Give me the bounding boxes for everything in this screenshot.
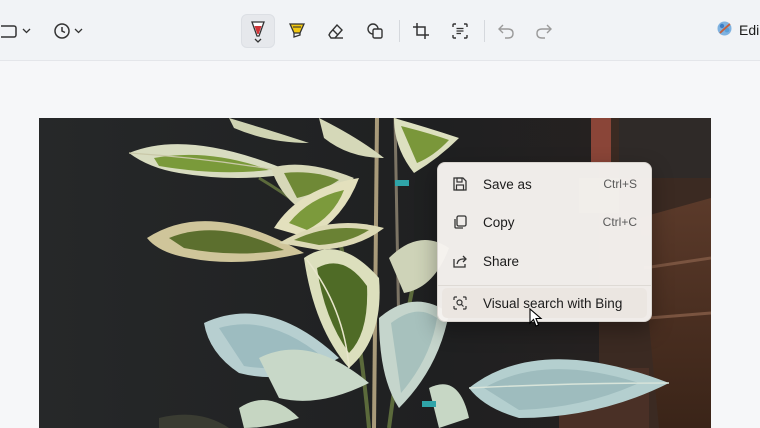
menu-item-label: Share	[483, 253, 520, 269]
menu-item-copy[interactable]: Copy Ctrl+C	[442, 205, 647, 239]
copy-icon	[451, 213, 469, 231]
menu-item-shortcut: Ctrl+C	[602, 215, 637, 229]
paint-app-icon	[716, 20, 733, 40]
chevron-down-icon	[22, 28, 31, 34]
visual-search-icon	[451, 294, 469, 312]
redo-icon	[535, 22, 553, 40]
timer-button[interactable]	[50, 14, 86, 48]
eraser-icon	[327, 22, 345, 40]
menu-item-visual-search[interactable]: Visual search with Bing	[442, 288, 647, 318]
edit-label: Edi	[739, 22, 760, 38]
mouse-cursor-icon	[529, 307, 543, 333]
edit-in-paint-button[interactable]: Edi	[716, 20, 759, 40]
menu-item-share[interactable]: Share	[442, 244, 647, 278]
shapes-tool-button[interactable]	[360, 14, 390, 48]
rectangle-select-button[interactable]	[0, 14, 32, 48]
menu-divider	[438, 285, 651, 286]
pen-icon	[248, 18, 268, 44]
share-icon	[451, 252, 469, 270]
text-actions-button[interactable]	[445, 14, 475, 48]
undo-icon	[497, 22, 515, 40]
chevron-down-icon	[74, 28, 83, 34]
eraser-tool-button[interactable]	[321, 14, 351, 48]
undo-button[interactable]	[491, 14, 521, 48]
crop-icon	[412, 22, 430, 40]
pen-tool-button[interactable]	[241, 14, 275, 48]
shapes-icon	[366, 22, 384, 40]
toolbar-divider	[484, 20, 485, 42]
toolbar: Edi	[0, 0, 760, 61]
highlighter-icon	[288, 21, 306, 41]
menu-item-label: Visual search with Bing	[483, 295, 623, 311]
crop-tool-button[interactable]	[406, 14, 436, 48]
timer-icon	[53, 22, 71, 40]
toolbar-divider	[399, 20, 400, 42]
save-icon	[451, 175, 469, 193]
menu-item-label: Copy	[483, 214, 515, 230]
highlighter-tool-button[interactable]	[282, 14, 312, 48]
menu-item-label: Save as	[483, 176, 532, 192]
menu-item-shortcut: Ctrl+S	[603, 177, 637, 191]
context-menu: Save as Ctrl+S Copy Ctrl+C Share Visual …	[437, 162, 652, 322]
menu-item-save-as[interactable]: Save as Ctrl+S	[442, 167, 647, 201]
text-actions-icon	[451, 22, 469, 40]
redo-button[interactable]	[529, 14, 559, 48]
rectangle-select-icon	[1, 23, 19, 39]
